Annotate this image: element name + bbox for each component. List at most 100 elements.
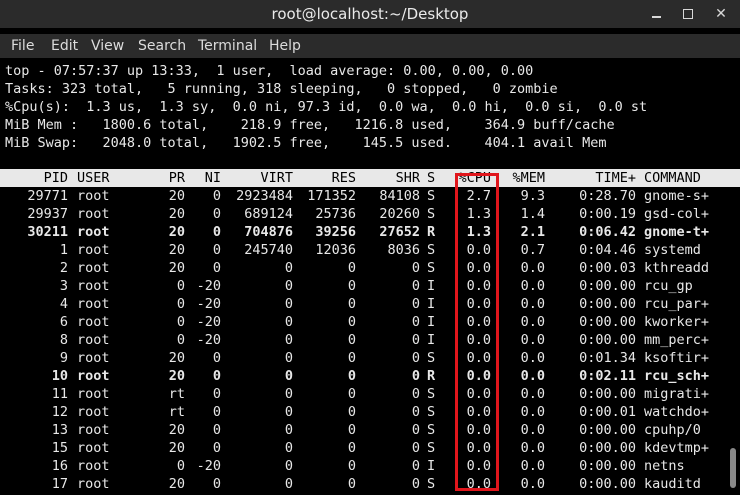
- cell-pr: rt: [168, 386, 185, 402]
- cell-state: I: [427, 458, 436, 474]
- menu-view[interactable]: View: [91, 38, 124, 54]
- table-row: 8 root 0 -20 0 0 0 I 0.0 0.0 0:00.00 mm_perc+: [0, 331, 740, 349]
- cell-user: root: [77, 440, 110, 456]
- cell-pid: 13: [51, 422, 68, 438]
- cell-pr: 20: [168, 350, 185, 366]
- cell-time: 0:04.46: [579, 242, 636, 258]
- cell-mem: 0.0: [520, 404, 545, 420]
- cell-user: root: [77, 206, 110, 222]
- cell-pid: 29937: [27, 206, 68, 222]
- close-button[interactable]: ✕: [711, 4, 731, 24]
- menu-edit[interactable]: Edit: [51, 38, 78, 54]
- header-user: USER: [77, 170, 110, 186]
- cell-user: root: [77, 350, 110, 366]
- cell-virt: 0: [284, 476, 293, 492]
- header-pr: PR: [168, 170, 185, 186]
- cell-mem: 0.0: [520, 440, 545, 456]
- cell-shr: 0: [411, 278, 420, 294]
- cell-user: root: [77, 296, 110, 312]
- cell-mem: 0.0: [520, 368, 545, 384]
- cell-res: 0: [347, 278, 356, 294]
- cell-mem: 0.0: [520, 386, 545, 402]
- cell-pr: 20: [168, 242, 185, 258]
- menu-file[interactable]: File: [11, 38, 34, 54]
- header-ni: NI: [204, 170, 221, 186]
- cell-res: 0: [347, 260, 356, 276]
- table-row: 12 root rt 0 0 0 0 S 0.0 0.0 0:00.01 watchdo+: [0, 403, 740, 421]
- menu-terminal[interactable]: Terminal: [198, 38, 257, 54]
- cell-ni: -20: [196, 278, 221, 294]
- cell-state: I: [427, 314, 436, 330]
- cell-command: kauditd: [644, 476, 701, 492]
- scrollbar-thumb[interactable]: [730, 448, 736, 488]
- table-row: 6 root 0 -20 0 0 0 I 0.0 0.0 0:00.00 kworker+: [0, 313, 740, 331]
- cpu-column-highlight-box: [455, 173, 499, 491]
- cell-user: root: [77, 332, 110, 348]
- cell-shr: 0: [411, 350, 420, 366]
- cell-shr: 20260: [379, 206, 420, 222]
- cell-user: root: [77, 224, 110, 240]
- cell-user: root: [77, 368, 110, 384]
- cell-shr: 0: [411, 296, 420, 312]
- cell-shr: 0: [411, 440, 420, 456]
- table-row: 4 root 0 -20 0 0 0 I 0.0 0.0 0:00.00 rcu_par+: [0, 295, 740, 313]
- summary-line-mem: MiB Mem : 1800.6 total, 218.9 free, 1216…: [5, 117, 615, 133]
- table-row: 2 root 20 0 0 0 0 S 0.0 0.0 0:00.03 kthreadd: [0, 259, 740, 277]
- cell-state: I: [427, 296, 436, 312]
- window-title: root@localhost:~/Desktop: [271, 5, 469, 23]
- cell-command: watchdo+: [644, 404, 710, 420]
- cell-shr: 0: [411, 332, 420, 348]
- cell-ni: 0: [212, 422, 221, 438]
- cell-command: cpuhp/0: [644, 422, 701, 438]
- cell-pid: 17: [51, 476, 68, 492]
- minimize-button[interactable]: [646, 4, 666, 24]
- cell-time: 0:00.19: [579, 206, 636, 222]
- cell-time: 0:00.00: [579, 440, 636, 456]
- cell-virt: 0: [284, 368, 293, 384]
- table-row: 29771 root 20 0 2923484 171352 84108 S 2.7 9.3 0:2…: [0, 187, 740, 205]
- maximize-button[interactable]: [678, 4, 698, 24]
- menu-search[interactable]: Search: [138, 38, 186, 54]
- cell-pr: rt: [168, 404, 185, 420]
- header-virt: VIRT: [260, 170, 293, 186]
- cell-shr: 0: [411, 386, 420, 402]
- cell-res: 0: [347, 296, 356, 312]
- cell-time: 0:02.11: [579, 368, 636, 384]
- cell-shr: 84108: [379, 188, 420, 204]
- cell-command: kthreadd: [644, 260, 710, 276]
- cell-pid: 16: [51, 458, 68, 474]
- cell-virt: 0: [284, 296, 293, 312]
- header-command: COMMAND: [644, 170, 701, 186]
- cell-mem: 2.1: [520, 224, 545, 240]
- cell-res: 0: [347, 314, 356, 330]
- cell-time: 0:00.00: [579, 458, 636, 474]
- table-row: 10 root 20 0 0 0 0 R 0.0 0.0 0:02.11 rcu_sch+: [0, 367, 740, 385]
- cell-user: root: [77, 260, 110, 276]
- cell-state: S: [427, 422, 436, 438]
- cell-pid: 12: [51, 404, 68, 420]
- cell-shr: 0: [411, 476, 420, 492]
- cell-pid: 2: [59, 260, 68, 276]
- cell-virt: 704876: [244, 224, 293, 240]
- cell-state: S: [427, 206, 436, 222]
- cell-res: 0: [347, 368, 356, 384]
- cell-pid: 4: [59, 296, 68, 312]
- menu-help[interactable]: Help: [269, 38, 301, 54]
- header-shr: SHR: [395, 170, 420, 186]
- cell-mem: 0.0: [520, 332, 545, 348]
- cell-pid: 15: [51, 440, 68, 456]
- cell-ni: 0: [212, 404, 221, 420]
- cell-shr: 0: [411, 260, 420, 276]
- cell-pid: 11: [51, 386, 68, 402]
- cell-res: 25736: [315, 206, 356, 222]
- cell-pid: 29771: [27, 188, 68, 204]
- table-row: 16 root 0 -20 0 0 0 I 0.0 0.0 0:00.00 netns: [0, 457, 740, 475]
- cell-ni: 0: [212, 386, 221, 402]
- cell-virt: 0: [284, 404, 293, 420]
- cell-command: rcu_gp: [644, 278, 693, 294]
- cell-shr: 27652: [379, 224, 420, 240]
- cell-pid: 30211: [27, 224, 68, 240]
- cell-res: 0: [347, 332, 356, 348]
- cell-pr: 20: [168, 422, 185, 438]
- cell-mem: 0.0: [520, 314, 545, 330]
